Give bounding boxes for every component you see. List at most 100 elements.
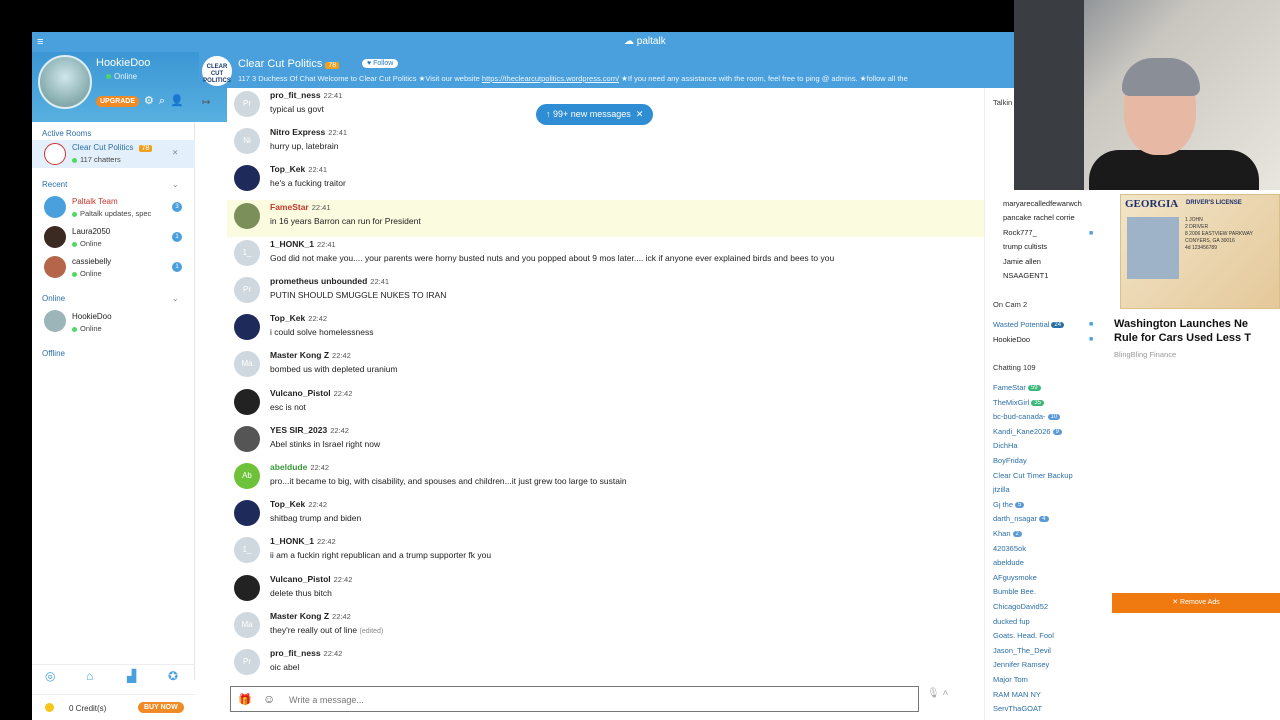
message-nick[interactable]: pro_fit_ness 22:41 [270, 90, 342, 100]
chat-message[interactable]: Ni Nitro Express 22:41 hurry up, latebrain [227, 125, 984, 162]
chatting-user[interactable]: DichHa [993, 441, 1018, 450]
chatting-user[interactable]: BoyFriday [993, 456, 1027, 465]
avatar[interactable] [234, 165, 260, 192]
chat-message[interactable]: 1_ 1_HONK_1 22:42 ii am a fuckin right repu… [227, 534, 984, 571]
chat-message[interactable]: Ma Master Kong Z 22:42 bombed us with deple… [227, 348, 984, 385]
chatting-user[interactable]: TheMixGirl 35 [993, 398, 1044, 407]
chatting-user[interactable]: ChicagoDavid52 [993, 602, 1048, 611]
chatting-user[interactable]: Gj the 5 [993, 500, 1025, 509]
avatar[interactable] [234, 202, 260, 229]
avatar[interactable]: 1_ [234, 537, 260, 564]
avatar[interactable] [234, 500, 260, 527]
chatting-user[interactable]: Major Tom [993, 675, 1028, 684]
user-list-item[interactable]: trump cultists [1003, 242, 1047, 251]
avatar[interactable]: Pr [234, 91, 260, 117]
chatting-user[interactable]: Jennifer Ramsey [993, 660, 1049, 669]
follow-button[interactable]: ♥ Follow [362, 59, 399, 68]
chatting-user[interactable]: 420365ok [993, 544, 1026, 553]
chatting-user[interactable]: RAM MAN NY [993, 690, 1041, 699]
message-nick[interactable]: YES SIR_2023 22:42 [270, 425, 349, 435]
avatar[interactable] [234, 425, 260, 452]
user-list-item[interactable]: Rock777_ [1003, 228, 1037, 237]
avatar[interactable]: Ma [234, 351, 260, 378]
message-nick[interactable]: 1_HONK_1 22:42 [270, 536, 336, 546]
gift-icon[interactable]: 🎁 [238, 693, 252, 706]
search-icon[interactable]: ⌕ [159, 95, 170, 107]
avatar[interactable] [38, 55, 92, 109]
avatar[interactable]: Pr [234, 277, 260, 303]
home-icon[interactable]: ⌂ [86, 669, 93, 683]
message-nick[interactable]: Top_Kek 22:42 [270, 313, 327, 323]
user-list-item[interactable]: NSAAGENT1 [1003, 271, 1048, 280]
avatar[interactable] [234, 574, 260, 601]
chatting-user[interactable]: Jason_The_Devil [993, 646, 1051, 655]
avatar[interactable]: Ab [234, 463, 260, 489]
buy-now-button[interactable]: BUY NOW [138, 702, 184, 713]
user-list-item[interactable]: maryarecalledfewarwch [1003, 199, 1082, 208]
chatting-user[interactable]: jtzilla [993, 485, 1010, 494]
close-icon[interactable]: ✕ [172, 148, 178, 157]
chatting-user[interactable]: FameStar 59 [993, 383, 1041, 392]
new-messages-button[interactable]: ↑ 99+ new messages ✕ [536, 104, 654, 125]
on-cam-user[interactable]: HookieDoo [993, 335, 1030, 344]
camera-icon[interactable]: ■ [1089, 336, 1093, 343]
user-list-item[interactable]: pancake rachel corrie [1003, 213, 1075, 222]
chevron-down-icon[interactable]: ⌄ [172, 180, 179, 189]
camera-icon[interactable]: ■ [1089, 321, 1093, 328]
message-nick[interactable]: pro_fit_ness 22:42 [270, 648, 342, 658]
chat-message[interactable]: Ab abeldude 22:42 pro...it became to big, w… [227, 460, 984, 497]
add-user-icon[interactable]: 👤 [170, 95, 189, 107]
chat-message[interactable]: Top_Kek 22:41 he's a fucking traitor [227, 162, 984, 199]
message-nick[interactable]: abeldude 22:42 [270, 462, 329, 472]
message-nick[interactable]: Master Kong Z 22:42 [270, 611, 351, 621]
chatting-user[interactable]: Khan 2 [993, 529, 1022, 538]
chatting-user[interactable]: Bumble Bee. [993, 587, 1036, 596]
chat-message[interactable]: 1_ 1_HONK_1 22:41 God did not make you.... … [227, 237, 984, 274]
chat-message[interactable]: Pr pro_fit_ness 22:42 oic abel [227, 646, 984, 683]
room-website-link[interactable]: https://theclearcutpolitics.wordpress.co… [482, 74, 619, 83]
chat-message[interactable]: Ma Master Kong Z 22:42 they're really out o… [227, 609, 984, 646]
chatting-user[interactable]: bc-bud-canada- 10 [993, 412, 1061, 421]
message-nick[interactable]: prometheus unbounded 22:41 [270, 276, 389, 286]
ad-headline[interactable]: Washington Launches Ne Rule for Cars Used… [1114, 317, 1251, 345]
emoji-icon[interactable]: ☺ [263, 692, 275, 706]
chat-message[interactable]: Top_Kek 22:42 i could solve homelessness [227, 311, 984, 348]
compass-icon[interactable]: ◎ [45, 669, 55, 683]
ad-image[interactable]: GEORGIA DRIVER'S LICENSE 1 JOHN 2 DRIVER… [1120, 194, 1280, 309]
avatar[interactable]: Ma [234, 611, 260, 638]
chatting-user[interactable]: AFguysmoke [993, 573, 1037, 582]
mic-icon[interactable]: 🎙 ˄ [927, 688, 948, 699]
chatting-user[interactable]: Kandi_Kane2026 9 [993, 427, 1062, 436]
badge-icon[interactable]: ✪ [168, 669, 178, 683]
chatting-user[interactable]: darth_nsagar 4 [993, 514, 1049, 523]
chat-message[interactable]: Top_Kek 22:42 shitbag trump and biden [227, 497, 984, 534]
avatar[interactable]: 1_ [234, 239, 260, 266]
sidebar-item-active-room[interactable]: Clear Cut Politics 78 117 chatters ✕ [32, 140, 195, 168]
user-list-item[interactable]: Jamie allen [1003, 257, 1041, 266]
avatar[interactable]: Ni [234, 128, 260, 155]
collapse-sidebar-icon[interactable]: ↦ [202, 97, 210, 108]
avatar[interactable] [234, 388, 260, 415]
chevron-down-icon[interactable]: ⌄ [172, 294, 179, 303]
on-cam-user[interactable]: Wasted Potential 24 [993, 320, 1065, 329]
message-nick[interactable]: Nitro Express 22:41 [270, 127, 347, 137]
chat-message[interactable]: YES SIR_2023 22:42 Abel stinks in Israel r… [227, 423, 984, 460]
chat-message[interactable]: Pr prometheus unbounded 22:41 PUTIN SHOULD … [227, 274, 984, 311]
message-nick[interactable]: FameStar 22:41 [270, 202, 331, 212]
hamburger-icon[interactable]: ≡ [37, 36, 43, 48]
message-nick[interactable]: Top_Kek 22:41 [270, 164, 327, 174]
chat-message[interactable]: Vulcano_Pistol 22:42 delete thus bitch [227, 572, 984, 609]
message-nick[interactable]: 1_HONK_1 22:41 [270, 239, 336, 249]
message-nick[interactable]: Vulcano_Pistol 22:42 [270, 574, 352, 584]
chatting-user[interactable]: ServThaGOAT [993, 704, 1042, 713]
chart-icon[interactable]: ▟ [127, 669, 136, 683]
chat-messages[interactable]: Pr pro_fit_ness 22:41 typical us govt Ni Nitr… [227, 88, 984, 683]
chatting-user[interactable]: Clear Cut Timer Backup [993, 471, 1073, 480]
upgrade-button[interactable]: UPGRADE [96, 96, 140, 107]
remove-ads-button[interactable]: ✕ Remove Ads [1112, 593, 1280, 613]
chatting-user[interactable]: Goats. Head. Fool [993, 631, 1054, 640]
chatting-user[interactable]: abeldude [993, 558, 1024, 567]
chat-message[interactable]: FameStar 22:41 in 16 years Barron can run … [227, 199, 984, 237]
avatar[interactable]: Pr [234, 649, 260, 675]
message-input[interactable]: Write a message... [289, 695, 364, 705]
